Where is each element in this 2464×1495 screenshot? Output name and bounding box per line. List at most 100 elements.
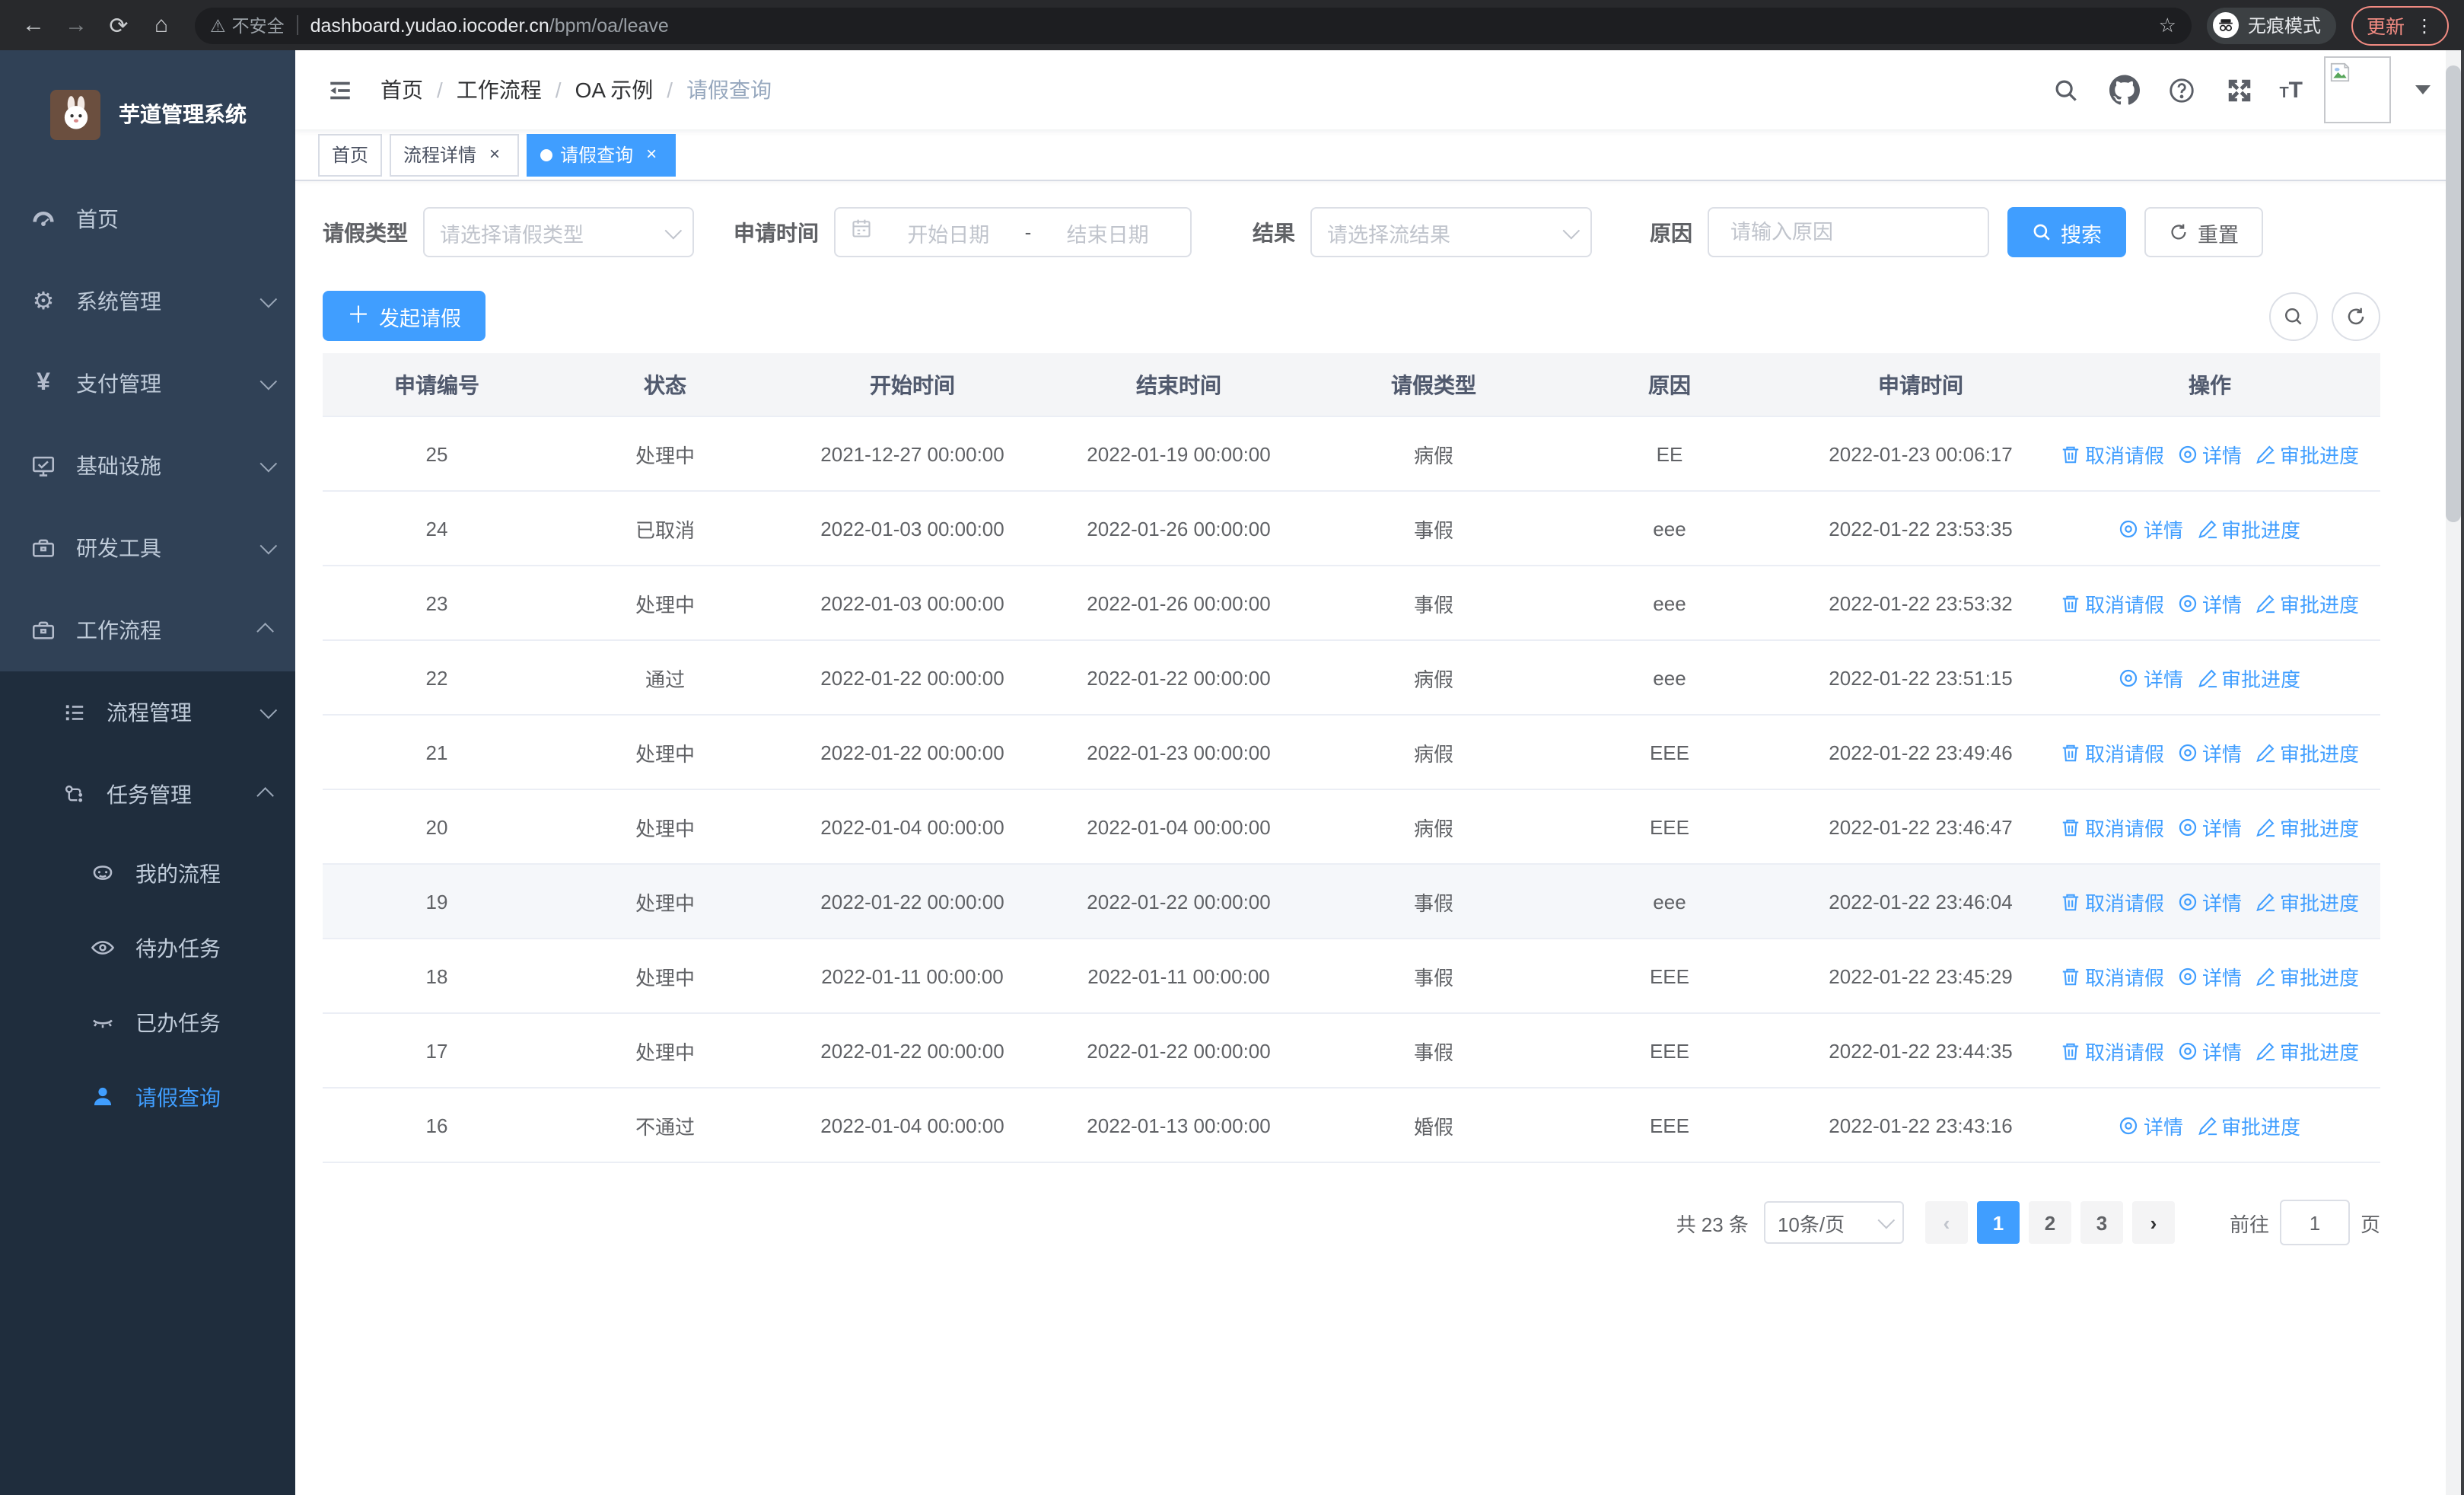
tab-home[interactable]: 首页 [318, 133, 383, 176]
close-tab-icon[interactable]: × [641, 143, 662, 165]
sidebar-item-workflow[interactable]: 工作流程 [0, 589, 295, 671]
page-button-1[interactable]: 1 [1976, 1201, 2020, 1244]
breadcrumb-home[interactable]: 首页 [380, 75, 423, 105]
sidebar-item-done-tasks[interactable]: 已办任务 [0, 985, 295, 1060]
kebab-menu-icon[interactable]: ⋮ [2415, 16, 2434, 34]
sidebar-item-system[interactable]: ⚙ 系统管理 [0, 260, 295, 343]
sidebar-item-process-mgmt[interactable]: 流程管理 [0, 671, 295, 754]
avatar[interactable] [2324, 56, 2391, 123]
table-row[interactable]: 24 已取消 2022-01-03 00:00:00 2022-01-26 00… [323, 492, 2380, 566]
create-leave-button[interactable]: ＋ 发起请假 [323, 291, 486, 341]
cell-actions: 详情 审批进度 [2058, 663, 2362, 692]
sidebar-item-todo-tasks[interactable]: 待办任务 [0, 910, 295, 985]
action-cancel[interactable]: 取消请假 [2061, 1036, 2164, 1065]
action-progress[interactable]: 审批进度 [2255, 887, 2359, 916]
bookmark-star-icon[interactable]: ☆ [2159, 13, 2176, 37]
url-text[interactable]: dashboard.yudao.iocoder.cn/bpm/oa/leave [310, 14, 669, 36]
page-button-2[interactable]: 2 [2028, 1201, 2071, 1244]
table-row[interactable]: 18 处理中 2022-01-11 00:00:00 2022-01-11 00… [323, 939, 2380, 1014]
table-row[interactable]: 20 处理中 2022-01-04 00:00:00 2022-01-04 00… [323, 790, 2380, 865]
font-size-icon[interactable]: TT [2279, 78, 2303, 101]
trash-icon [2062, 445, 2079, 463]
search-button[interactable]: 搜索 [2007, 207, 2126, 257]
action-detail[interactable]: 详情 [2178, 812, 2242, 841]
action-detail[interactable]: 详情 [2178, 1036, 2242, 1065]
github-icon[interactable] [2106, 72, 2142, 108]
action-detail[interactable]: 详情 [2178, 588, 2242, 617]
action-detail[interactable]: 详情 [2119, 663, 2183, 692]
fullscreen-icon[interactable] [2221, 72, 2258, 108]
forward-icon[interactable]: → [58, 7, 94, 43]
page-button-3[interactable]: 3 [2080, 1201, 2123, 1244]
sidebar-item-infra[interactable]: 基础设施 [0, 425, 295, 507]
address-bar[interactable]: ⚠ 不安全 dashboard.yudao.iocoder.cn/bpm/oa/… [195, 7, 2192, 43]
goto-page-input[interactable] [2279, 1200, 2350, 1245]
action-detail[interactable]: 详情 [2178, 439, 2242, 468]
action-progress[interactable]: 审批进度 [2255, 961, 2359, 990]
page-size-select[interactable]: 10条/页 [1763, 1201, 1904, 1244]
toolbox-icon [30, 535, 56, 561]
action-detail[interactable]: 详情 [2178, 887, 2242, 916]
action-progress[interactable]: 审批进度 [2255, 1036, 2359, 1065]
sidebar-item-task-mgmt[interactable]: 任务管理 [0, 754, 295, 836]
table-row[interactable]: 19 处理中 2022-01-22 00:00:00 2022-01-22 00… [323, 865, 2380, 939]
prev-page-button[interactable]: ‹ [1924, 1201, 1968, 1244]
table-row[interactable]: 17 处理中 2022-01-22 00:00:00 2022-01-22 00… [323, 1014, 2380, 1089]
update-button[interactable]: 更新 ⋮ [2351, 5, 2449, 45]
tab-process-detail[interactable]: 流程详情 × [390, 133, 520, 176]
sidebar-item-leave-query[interactable]: 请假查询 [0, 1060, 295, 1134]
action-detail[interactable]: 详情 [2178, 961, 2242, 990]
view-icon [2120, 1116, 2138, 1134]
tab-leave-query[interactable]: 请假查询 × [527, 133, 676, 176]
action-detail[interactable]: 详情 [2119, 514, 2183, 543]
result-select[interactable]: 请选择流结果 [1310, 207, 1592, 257]
action-cancel[interactable]: 取消请假 [2061, 588, 2164, 617]
breadcrumb-workflow[interactable]: 工作流程 [457, 75, 542, 105]
action-progress[interactable]: 审批进度 [2197, 1111, 2300, 1140]
next-page-button[interactable]: › [2131, 1201, 2175, 1244]
leave-type-select[interactable]: 请选择请假类型 [423, 207, 694, 257]
cell-end-time: 2022-01-23 00:00:00 [1087, 741, 1271, 763]
action-progress[interactable]: 审批进度 [2255, 812, 2359, 841]
refresh-table-button[interactable] [2332, 292, 2380, 340]
reset-button[interactable]: 重置 [2144, 207, 2263, 257]
sidebar-item-payment[interactable]: ¥ 支付管理 [0, 343, 295, 425]
reload-icon[interactable]: ⟳ [100, 7, 137, 43]
action-progress[interactable]: 审批进度 [2255, 439, 2359, 468]
back-icon[interactable]: ← [15, 7, 52, 43]
close-tab-icon[interactable]: × [484, 143, 505, 165]
sidebar-item-home[interactable]: 首页 [0, 178, 295, 260]
home-icon[interactable]: ⌂ [143, 7, 180, 43]
action-cancel[interactable]: 取消请假 [2061, 961, 2164, 990]
action-cancel[interactable]: 取消请假 [2061, 738, 2164, 767]
action-cancel[interactable]: 取消请假 [2061, 887, 2164, 916]
app-logo-row[interactable]: 芋道管理系统 [0, 50, 295, 178]
breadcrumb-current: 请假查询 [686, 78, 772, 102]
table-row[interactable]: 22 通过 2022-01-22 00:00:00 2022-01-22 00:… [323, 641, 2380, 716]
table-row[interactable]: 21 处理中 2022-01-22 00:00:00 2022-01-23 00… [323, 716, 2380, 790]
action-cancel[interactable]: 取消请假 [2061, 439, 2164, 468]
table-row[interactable]: 23 处理中 2022-01-03 00:00:00 2022-01-26 00… [323, 566, 2380, 641]
action-detail[interactable]: 详情 [2119, 1111, 2183, 1140]
apply-time-range-picker[interactable]: 开始日期 - 结束日期 [834, 207, 1192, 257]
action-progress[interactable]: 审批进度 [2197, 514, 2300, 543]
scrollbar-thumb[interactable] [2446, 65, 2461, 522]
action-cancel[interactable]: 取消请假 [2061, 812, 2164, 841]
sidebar-item-devtools[interactable]: 研发工具 [0, 507, 295, 589]
scrollbar[interactable] [2446, 50, 2461, 1495]
table-row[interactable]: 25 处理中 2021-12-27 00:00:00 2022-01-19 00… [323, 417, 2380, 492]
toggle-search-button[interactable] [2269, 292, 2318, 340]
action-detail[interactable]: 详情 [2178, 738, 2242, 767]
caret-down-icon[interactable] [2415, 85, 2431, 94]
action-progress[interactable]: 审批进度 [2255, 588, 2359, 617]
help-icon[interactable] [2163, 72, 2200, 108]
sidebar-collapse-icon[interactable] [323, 73, 356, 107]
breadcrumb-oa-example[interactable]: OA 示例 [575, 75, 654, 105]
action-progress[interactable]: 审批进度 [2197, 663, 2300, 692]
table-row[interactable]: 16 不通过 2022-01-04 00:00:00 2022-01-13 00… [323, 1089, 2380, 1163]
sidebar-item-my-process[interactable]: 我的流程 [0, 836, 295, 910]
search-icon[interactable] [2048, 72, 2084, 108]
reason-input[interactable] [1727, 219, 1969, 245]
action-progress[interactable]: 审批进度 [2255, 738, 2359, 767]
security-warning[interactable]: ⚠ 不安全 [210, 13, 285, 37]
